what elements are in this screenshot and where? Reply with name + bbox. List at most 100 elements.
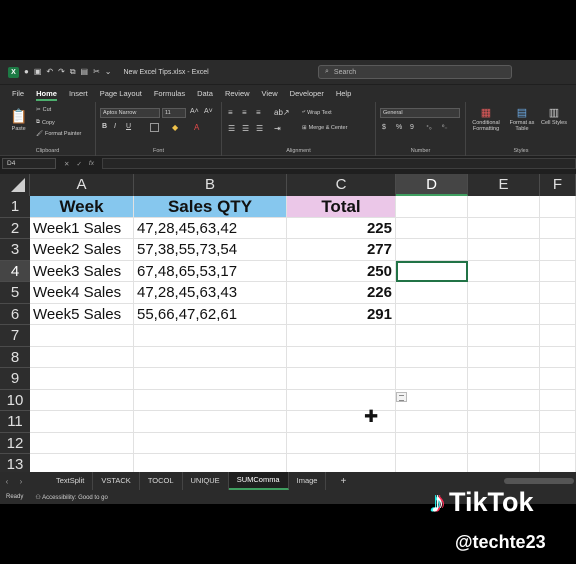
column-header-f[interactable]: F: [540, 174, 576, 196]
formula-input[interactable]: [101, 158, 576, 169]
percent-button[interactable]: %: [396, 124, 402, 131]
increase-font-button[interactable]: A˄: [190, 108, 199, 115]
cell-a4[interactable]: Week3 Sales: [30, 260, 134, 282]
cancel-icon[interactable]: ✕: [64, 160, 69, 168]
indent-button[interactable]: ⇥: [274, 124, 281, 133]
cell-c3[interactable]: 277: [287, 239, 396, 261]
format-painter-button[interactable]: 🖌 Format Painter: [36, 131, 81, 137]
empty-cell[interactable]: [30, 432, 134, 454]
enter-icon[interactable]: ✓: [76, 160, 81, 168]
paste-button[interactable]: 📋 Paste: [10, 108, 27, 132]
align-center-button[interactable]: ☰: [242, 124, 249, 133]
sheet-tab-textsplit[interactable]: TextSplit: [48, 472, 94, 490]
search-box[interactable]: ⌕ Search: [318, 65, 512, 79]
quick-analysis-icon[interactable]: [396, 392, 407, 402]
cell-f5[interactable]: [540, 282, 576, 304]
italic-button[interactable]: I: [114, 123, 116, 130]
cell-b1[interactable]: Sales QTY: [134, 196, 287, 218]
empty-cell[interactable]: [396, 325, 468, 347]
borders-button[interactable]: [150, 123, 159, 132]
cell-a2[interactable]: Week1 Sales: [30, 217, 134, 239]
empty-cell[interactable]: [468, 454, 540, 472]
customize-icon[interactable]: ⌄: [105, 68, 112, 76]
sheet-tab-sumcomma[interactable]: SUMComma: [228, 472, 289, 490]
font-name-select[interactable]: Aptos Narrow: [100, 108, 160, 118]
comma-button[interactable]: 9: [410, 124, 414, 131]
copy-icon[interactable]: ⧉: [70, 68, 76, 76]
cell-e6[interactable]: [468, 303, 540, 325]
empty-cell[interactable]: [30, 325, 134, 347]
empty-cell[interactable]: [287, 389, 396, 411]
column-header-c[interactable]: C: [287, 174, 396, 196]
sheet-tab-unique[interactable]: UNIQUE: [183, 472, 229, 490]
empty-cell[interactable]: [134, 454, 287, 472]
cell-e2[interactable]: [468, 217, 540, 239]
cell-b4[interactable]: 67,48,65,53,17: [134, 260, 287, 282]
decrease-font-button[interactable]: A˅: [204, 108, 213, 115]
sheet-tab-vstack[interactable]: VSTACK: [93, 472, 140, 490]
cell-c5[interactable]: 226: [287, 282, 396, 304]
orientation-button[interactable]: ab↗: [274, 108, 290, 117]
number-format-select[interactable]: General: [380, 108, 460, 118]
row-header[interactable]: 3: [0, 239, 30, 261]
autosave-toggle-icon[interactable]: ●: [24, 68, 29, 76]
empty-cell[interactable]: [134, 389, 287, 411]
fill-color-button[interactable]: ◆: [172, 123, 178, 132]
tab-home[interactable]: Home: [30, 85, 63, 102]
cell-a1[interactable]: Week: [30, 196, 134, 218]
cell-c6[interactable]: 291: [287, 303, 396, 325]
select-all-button[interactable]: [0, 174, 30, 196]
cell-b2[interactable]: 47,28,45,63,42: [134, 217, 287, 239]
active-cell-d4[interactable]: [396, 260, 468, 282]
cut-button[interactable]: ✂ Cut: [36, 107, 51, 113]
tab-formulas[interactable]: Formulas: [148, 85, 191, 102]
prev-sheet-icon[interactable]: ‹: [0, 477, 14, 486]
empty-cell[interactable]: [287, 325, 396, 347]
cell-d5[interactable]: [396, 282, 468, 304]
empty-cell[interactable]: [134, 432, 287, 454]
empty-cell[interactable]: [396, 368, 468, 390]
currency-button[interactable]: $: [382, 124, 386, 131]
cell-f3[interactable]: [540, 239, 576, 261]
cell-e4[interactable]: [468, 260, 540, 282]
cell-e3[interactable]: [468, 239, 540, 261]
column-header-d[interactable]: D: [396, 174, 468, 196]
empty-cell[interactable]: [30, 454, 134, 472]
merge-center-button[interactable]: ⊞ Merge & Center: [302, 125, 347, 131]
cell-b5[interactable]: 47,28,45,63,43: [134, 282, 287, 304]
accessibility-status[interactable]: ⚇ Accessibility: Good to go: [35, 494, 107, 501]
row-header[interactable]: 2: [0, 217, 30, 239]
row-header[interactable]: 13: [0, 454, 30, 472]
empty-cell[interactable]: [396, 411, 468, 433]
empty-cell[interactable]: [540, 389, 576, 411]
row-header[interactable]: 8: [0, 346, 30, 368]
row-header[interactable]: 6: [0, 303, 30, 325]
tab-file[interactable]: File: [6, 85, 30, 102]
paste-icon[interactable]: ▤: [81, 68, 89, 76]
empty-cell[interactable]: [468, 389, 540, 411]
empty-cell[interactable]: [287, 432, 396, 454]
empty-cell[interactable]: [540, 368, 576, 390]
cell-c4[interactable]: 250: [287, 260, 396, 282]
sheet-tab-tocol[interactable]: TOCOL: [140, 472, 183, 490]
copy-button[interactable]: ⧉ Copy: [36, 119, 55, 126]
empty-cell[interactable]: [287, 454, 396, 472]
tab-data[interactable]: Data: [191, 85, 219, 102]
row-header[interactable]: 4: [0, 260, 30, 282]
empty-cell[interactable]: [30, 411, 134, 433]
insert-function-icon[interactable]: fx: [89, 160, 94, 168]
tab-review[interactable]: Review: [219, 85, 256, 102]
increase-decimal-button[interactable]: ⁺₀: [426, 124, 432, 131]
redo-icon[interactable]: ↷: [58, 68, 65, 76]
cut-icon[interactable]: ✂: [93, 68, 100, 76]
align-bottom-button[interactable]: ≡: [256, 108, 261, 117]
tab-view[interactable]: View: [256, 85, 284, 102]
empty-cell[interactable]: [30, 368, 134, 390]
font-color-button[interactable]: A: [194, 123, 199, 132]
row-header[interactable]: 9: [0, 368, 30, 390]
empty-cell[interactable]: [540, 432, 576, 454]
cell-d2[interactable]: [396, 217, 468, 239]
cell-f6[interactable]: [540, 303, 576, 325]
tab-help[interactable]: Help: [330, 85, 357, 102]
empty-cell[interactable]: [30, 346, 134, 368]
